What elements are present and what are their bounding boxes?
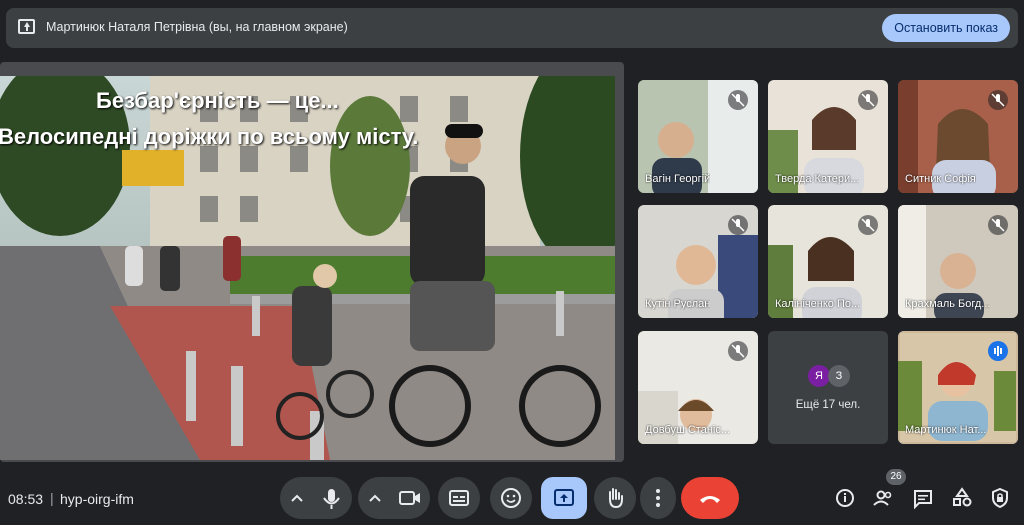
participant-name: Тверда Катери...	[775, 173, 860, 185]
mic-off-icon	[728, 215, 748, 235]
mic-control-group	[280, 477, 352, 519]
participant-tile[interactable]: Довбуш Станіс...	[638, 331, 758, 444]
meeting-clock: 08:53	[8, 491, 44, 507]
emoji-icon[interactable]	[490, 477, 532, 519]
chat-icon[interactable]	[909, 484, 937, 512]
info-icon[interactable]	[831, 484, 859, 512]
participant-name: Калініченко По...	[775, 298, 861, 310]
end-call-icon[interactable]	[681, 477, 739, 519]
presentation-stage: Безбар'єрність — це... Велосипедні доріж…	[0, 62, 624, 462]
slide-headline: Безбар'єрність — це...	[96, 88, 339, 113]
people-count-badge: 26	[886, 469, 906, 485]
host-controls-icon[interactable]	[986, 484, 1014, 512]
presenter-label: Мартинюк Наталя Петрівна (вы, на главном…	[46, 20, 348, 34]
speaking-indicator-icon	[988, 341, 1008, 361]
self-tile[interactable]: Мартинюк Нат...	[898, 331, 1018, 444]
presenting-banner: Мартинюк Наталя Петрівна (вы, на главном…	[6, 8, 1018, 48]
mic-off-icon	[728, 90, 748, 110]
participant-name: Вагін Георгій	[645, 173, 711, 185]
meeting-code: hyp-oirg-ifm	[60, 491, 134, 507]
mic-off-icon	[728, 341, 748, 361]
more-participants-tile[interactable]: Я З Ещё 17 чел.	[768, 331, 888, 444]
present-screen-icon[interactable]	[541, 477, 587, 519]
videocam-icon[interactable]	[390, 479, 428, 517]
activities-icon[interactable]	[948, 484, 976, 512]
mic-off-icon	[858, 215, 878, 235]
participant-avatar: Я	[808, 365, 830, 387]
participant-name: Мартинюк Нат...	[905, 424, 987, 436]
more-vert-icon[interactable]	[640, 477, 676, 519]
camera-options-chevron-icon[interactable]	[364, 487, 386, 509]
participant-name: Ситник Софія	[905, 173, 976, 185]
participant-name: Кутін Руслан	[645, 298, 711, 310]
participant-tile[interactable]: Калініченко По...	[768, 205, 888, 318]
mic-options-chevron-icon[interactable]	[286, 487, 308, 509]
participant-tile[interactable]: Кутін Руслан	[638, 205, 758, 318]
closed-caption-icon[interactable]	[438, 477, 480, 519]
slide-subheadline: Велосипедні доріжки по всьому місту.	[0, 124, 419, 149]
participant-avatar: З	[828, 365, 850, 387]
present-to-all-icon	[18, 19, 35, 34]
participant-tile[interactable]: Крахмаль Богд...	[898, 205, 1018, 318]
mic-off-icon	[988, 215, 1008, 235]
mic-off-icon	[858, 90, 878, 110]
separator: |	[50, 490, 54, 506]
camera-control-group	[358, 477, 430, 519]
participant-name: Довбуш Станіс...	[645, 424, 731, 436]
raise-hand-icon[interactable]	[594, 477, 636, 519]
participant-tile[interactable]: Ситник Софія	[898, 80, 1018, 193]
stop-presenting-button[interactable]: Остановить показ	[882, 14, 1010, 42]
participant-tile[interactable]: Тверда Катери...	[768, 80, 888, 193]
people-icon[interactable]	[869, 484, 897, 512]
bottom-control-bar: 08:53 | hyp-oirg-ifm 26	[0, 469, 1024, 525]
participant-tile[interactable]: Вагін Георгій	[638, 80, 758, 193]
mic-icon[interactable]	[312, 479, 350, 517]
mic-off-icon	[988, 90, 1008, 110]
participant-name: Крахмаль Богд...	[905, 298, 991, 310]
more-participants-label: Ещё 17 чел.	[795, 399, 861, 411]
slide-photo: Безбар'єрність — це... Велосипедні доріж…	[0, 76, 615, 460]
